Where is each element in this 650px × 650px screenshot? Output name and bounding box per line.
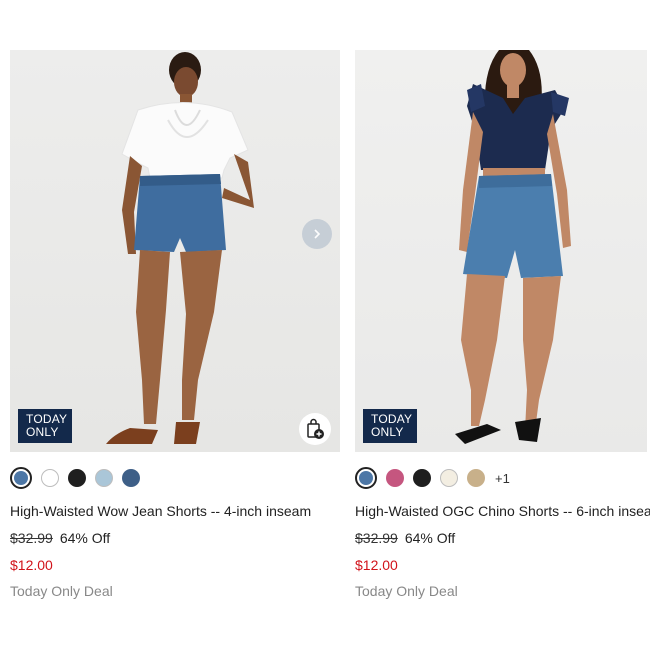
color-swatches (10, 467, 340, 489)
sale-price: $12.00 (10, 557, 53, 573)
sale-price: $12.00 (355, 557, 398, 573)
product-image[interactable]: TODAY ONLY (355, 50, 647, 452)
discount-label: 64% Off (59, 530, 111, 546)
today-only-badge: TODAY ONLY (18, 409, 72, 443)
product-card[interactable]: TODAY ONLY High-Waisted Wow Jean Shorts … (10, 50, 340, 601)
chevron-right-icon (314, 229, 321, 239)
deal-label: Today Only Deal (10, 583, 113, 599)
swatch-4[interactable] (95, 469, 113, 487)
swatch-4[interactable] (440, 469, 458, 487)
color-swatches: +1 (355, 467, 650, 489)
quick-add-button[interactable] (299, 413, 331, 445)
more-colors-count[interactable]: +1 (495, 471, 510, 486)
original-price: $32.99 (10, 530, 53, 546)
price-row: $32.99 64% Off (10, 530, 340, 548)
product-title[interactable]: High-Waisted Wow Jean Shorts -- 4-inch i… (10, 503, 340, 521)
today-only-badge: TODAY ONLY (363, 409, 417, 443)
deal-label: Today Only Deal (355, 583, 458, 599)
product-title[interactable]: High-Waisted OGC Chino Shorts -- 6-inch … (355, 503, 650, 521)
model-photo (455, 50, 571, 444)
carousel-next-button[interactable] (302, 219, 332, 249)
swatch-1[interactable] (355, 467, 377, 489)
swatch-2[interactable] (41, 469, 59, 487)
discount-label: 64% Off (404, 530, 456, 546)
swatch-2[interactable] (386, 469, 404, 487)
product-grid: TODAY ONLY High-Waisted Wow Jean Shorts … (0, 0, 650, 650)
swatch-1[interactable] (10, 467, 32, 489)
price-row: $32.99 64% Off (355, 530, 650, 548)
swatch-3[interactable] (413, 469, 431, 487)
product-card[interactable]: TODAY ONLY +1 High-Waisted OGC Chino Sho… (355, 50, 650, 601)
badge-line-2: ONLY (371, 425, 404, 439)
product-image[interactable]: TODAY ONLY (10, 50, 340, 452)
swatch-5[interactable] (467, 469, 485, 487)
model-photo (106, 52, 254, 444)
badge-line-2: ONLY (26, 425, 59, 439)
shopping-bag-plus-icon (307, 418, 324, 439)
original-price: $32.99 (355, 530, 398, 546)
swatch-5[interactable] (122, 469, 140, 487)
swatch-3[interactable] (68, 469, 86, 487)
